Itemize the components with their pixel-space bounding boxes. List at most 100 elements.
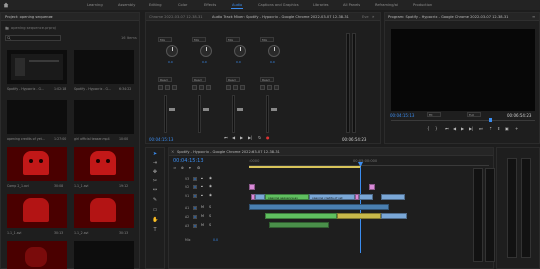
- snap-icon[interactable]: ⊃: [173, 166, 176, 170]
- solo-button[interactable]: [267, 85, 272, 90]
- track-label-v1[interactable]: V1: [185, 194, 189, 198]
- track-label-a3[interactable]: A3: [185, 224, 189, 228]
- more-icon[interactable]: »: [372, 14, 374, 19]
- marker-icon[interactable]: ▾: [189, 166, 191, 170]
- tab-captions-and-graphics[interactable]: Captions and Graphics: [258, 3, 299, 7]
- audio-clip[interactable]: [249, 204, 389, 210]
- solo-button[interactable]: [233, 85, 238, 90]
- channel-dropdown[interactable]: Mix: [260, 37, 274, 42]
- mute-icon[interactable]: M: [201, 223, 204, 227]
- menu-icon[interactable]: ≡: [251, 149, 254, 154]
- pan-knob[interactable]: [268, 45, 280, 57]
- eye-icon[interactable]: ◉: [209, 184, 212, 188]
- go-to-out-icon[interactable]: ⏭: [479, 126, 483, 131]
- clip-thumbnail[interactable]: [7, 194, 67, 228]
- tab-learning[interactable]: Learning: [87, 3, 103, 7]
- mute-button[interactable]: [260, 85, 265, 90]
- tab-source[interactable]: Chrome 2022-03-07 12-38-31: [149, 15, 203, 19]
- track-target-toggle[interactable]: [193, 224, 197, 228]
- sequence-title[interactable]: Spotify - Hypocrix - Google Chrome 2022-…: [177, 150, 280, 154]
- tab-audio-track-mixer[interactable]: Audio Track Mixer: Spotify - Hypocrix - …: [212, 15, 349, 19]
- clip-thumbnail[interactable]: [7, 147, 67, 181]
- record-button[interactable]: [206, 85, 211, 90]
- channel-dropdown[interactable]: Mix: [192, 37, 206, 42]
- tab-all-panels[interactable]: All Panels: [343, 3, 360, 7]
- track-target-toggle[interactable]: [193, 185, 197, 189]
- record-button[interactable]: [274, 85, 279, 90]
- ripple-edit-tool-icon[interactable]: ✥: [152, 169, 158, 175]
- menu-icon[interactable]: ≡: [532, 14, 535, 19]
- tab-reframing[interactable]: Reframing/ai: [375, 3, 398, 7]
- solo-icon[interactable]: S: [209, 214, 211, 218]
- mix-value[interactable]: 0.0: [213, 238, 218, 242]
- video-clip[interactable]: opening credits of yet: [309, 194, 355, 200]
- mark-in-icon[interactable]: {: [427, 126, 430, 131]
- go-to-in-icon[interactable]: ⏮: [224, 135, 228, 140]
- type-tool-icon[interactable]: T: [152, 227, 158, 233]
- solo-button[interactable]: [199, 85, 204, 90]
- tab-libraries[interactable]: Libraries: [313, 3, 329, 7]
- tab-editing[interactable]: Editing: [149, 3, 162, 7]
- audio-clip[interactable]: [269, 222, 329, 228]
- project-title[interactable]: Project: opening sequence: [5, 15, 53, 19]
- audio-clip[interactable]: [265, 213, 337, 219]
- automation-dropdown[interactable]: Read: [158, 77, 172, 82]
- slip-tool-icon[interactable]: ↔: [152, 187, 158, 193]
- program-scrub-bar[interactable]: [391, 120, 535, 121]
- button-editor-icon[interactable]: +: [515, 126, 518, 131]
- home-icon[interactable]: [3, 2, 9, 8]
- hand-tool-icon[interactable]: ✋: [152, 217, 158, 223]
- volume-fader[interactable]: [169, 108, 175, 111]
- work-area-bar[interactable]: [249, 166, 361, 168]
- track-target-toggle[interactable]: [193, 177, 197, 181]
- settings-icon[interactable]: ⚙: [197, 166, 200, 170]
- loop-icon[interactable]: ↻: [258, 135, 261, 140]
- quality-dropdown[interactable]: Full: [467, 112, 481, 117]
- video-clip[interactable]: [369, 184, 375, 190]
- record-button[interactable]: [172, 85, 177, 90]
- tab-color[interactable]: Color: [178, 3, 187, 7]
- automation-dropdown[interactable]: Read: [192, 77, 206, 82]
- rectangle-tool-icon[interactable]: ▭: [152, 207, 158, 213]
- video-clip[interactable]: [381, 194, 405, 200]
- track-target-toggle[interactable]: [193, 215, 197, 219]
- clip-thumbnail[interactable]: [74, 241, 134, 269]
- program-playhead[interactable]: [489, 118, 492, 122]
- program-title[interactable]: Program: Spotify - Hypocrix - Google Chr…: [388, 15, 508, 19]
- razor-tool-icon[interactable]: ✂: [152, 178, 158, 184]
- program-video-frame[interactable]: [391, 29, 535, 111]
- audio-clip[interactable]: [337, 213, 381, 219]
- solo-icon[interactable]: S: [209, 223, 211, 227]
- mixer-timecode[interactable]: 00:04:15:13: [149, 137, 173, 142]
- pan-knob[interactable]: [200, 45, 212, 57]
- track-label-v2[interactable]: V2: [185, 185, 189, 189]
- tab-assembly[interactable]: Assembly: [118, 3, 135, 7]
- solo-button[interactable]: [165, 85, 170, 90]
- lock-icon[interactable]: 🔒︎: [201, 176, 203, 180]
- extract-icon[interactable]: ⇞: [497, 126, 500, 131]
- clip-thumbnail[interactable]: [7, 100, 67, 134]
- play-icon[interactable]: ▶: [240, 135, 243, 140]
- close-icon[interactable]: ×: [171, 149, 174, 154]
- track-label-a2[interactable]: A2: [185, 215, 189, 219]
- search-input[interactable]: [5, 35, 61, 41]
- channel-dropdown[interactable]: Mix: [158, 37, 172, 42]
- play-icon[interactable]: ▶: [461, 126, 464, 131]
- record-button[interactable]: [240, 85, 245, 90]
- automation-dropdown[interactable]: Read: [226, 77, 240, 82]
- clip-thumbnail[interactable]: [74, 194, 134, 228]
- record-icon[interactable]: ●: [266, 135, 270, 140]
- video-clip[interactable]: [359, 194, 373, 200]
- pan-knob[interactable]: [166, 45, 178, 57]
- menu-icon[interactable]: ≡: [49, 14, 52, 19]
- lock-icon[interactable]: 🔒︎: [201, 193, 203, 197]
- tab-effects[interactable]: Effects: [204, 3, 216, 7]
- tab-audio[interactable]: Audio: [232, 3, 242, 7]
- channel-dropdown[interactable]: Mix: [226, 37, 240, 42]
- clip-thumbnail[interactable]: [7, 50, 67, 84]
- video-clip[interactable]: [255, 194, 265, 200]
- eye-icon[interactable]: ◉: [209, 193, 212, 197]
- fit-dropdown[interactable]: Fit: [427, 112, 441, 117]
- track-target-toggle[interactable]: [193, 194, 197, 198]
- pan-knob[interactable]: [234, 45, 246, 57]
